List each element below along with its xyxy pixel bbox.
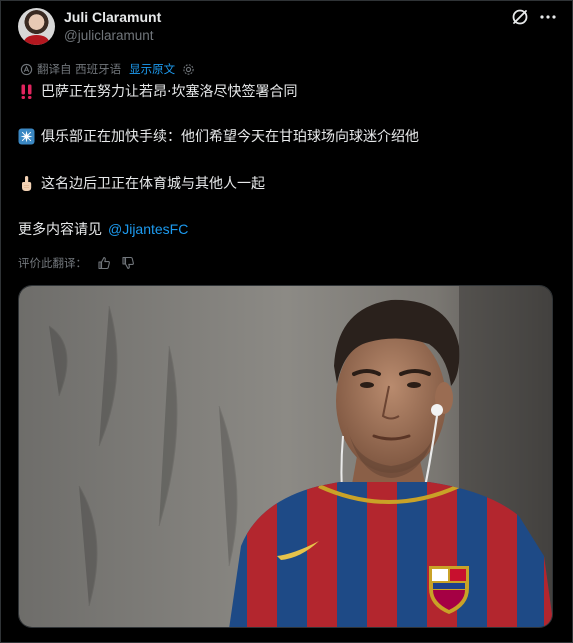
post-text-2: 俱乐部正在加快手续：他们希望今天在甘珀球场向球迷介绍他 <box>41 129 419 145</box>
author-handle[interactable]: @juliclaramunt <box>64 28 153 43</box>
rate-translation-label: 评价此翻译： <box>18 256 87 270</box>
translated-from-label: 翻译自 西班牙语 <box>37 62 122 76</box>
pointing-up-hand-icon <box>22 175 32 191</box>
gear-icon[interactable] <box>182 63 195 76</box>
show-original-link[interactable]: 显示原文 <box>129 61 175 77</box>
tweet-card: Juli Claramunt @juliclaramunt 翻译自 西班牙语 显… <box>0 0 573 643</box>
post-text-1: 巴萨正在努力让若昂·坎塞洛尽快签署合同 <box>41 84 298 100</box>
thumbs-down-icon[interactable] <box>121 256 135 270</box>
post-photo[interactable] <box>18 285 553 628</box>
avatar[interactable] <box>18 8 55 45</box>
translation-bar: 翻译自 西班牙语 显示原文 <box>20 60 195 78</box>
translate-icon <box>20 63 33 75</box>
post-line-2: 俱乐部正在加快手续：他们希望今天在甘珀球场向球迷介绍他 <box>18 126 419 146</box>
mention-link[interactable]: @JijantesFC <box>108 221 188 237</box>
author-display-name[interactable]: Juli Claramunt <box>64 9 161 25</box>
post-line-4: 更多内容请见 @JijantesFC <box>18 219 188 239</box>
grok-icon[interactable] <box>510 7 530 27</box>
more-icon[interactable] <box>538 7 558 27</box>
post-line-3: 这名边后卫正在体育城与其他人一起 <box>18 173 265 193</box>
sparkle-icon <box>18 128 35 144</box>
post-text-3: 这名边后卫正在体育城与其他人一起 <box>41 176 265 192</box>
thumbs-up-icon[interactable] <box>97 256 111 270</box>
double-exclamation-icon <box>21 84 32 99</box>
rate-translation: 评价此翻译： <box>18 255 135 271</box>
player-photo-illustration <box>19 286 552 627</box>
post-line-1: 巴萨正在努力让若昂·坎塞洛尽快签署合同 <box>18 81 297 101</box>
post-text-4: 更多内容请见 <box>18 222 102 238</box>
